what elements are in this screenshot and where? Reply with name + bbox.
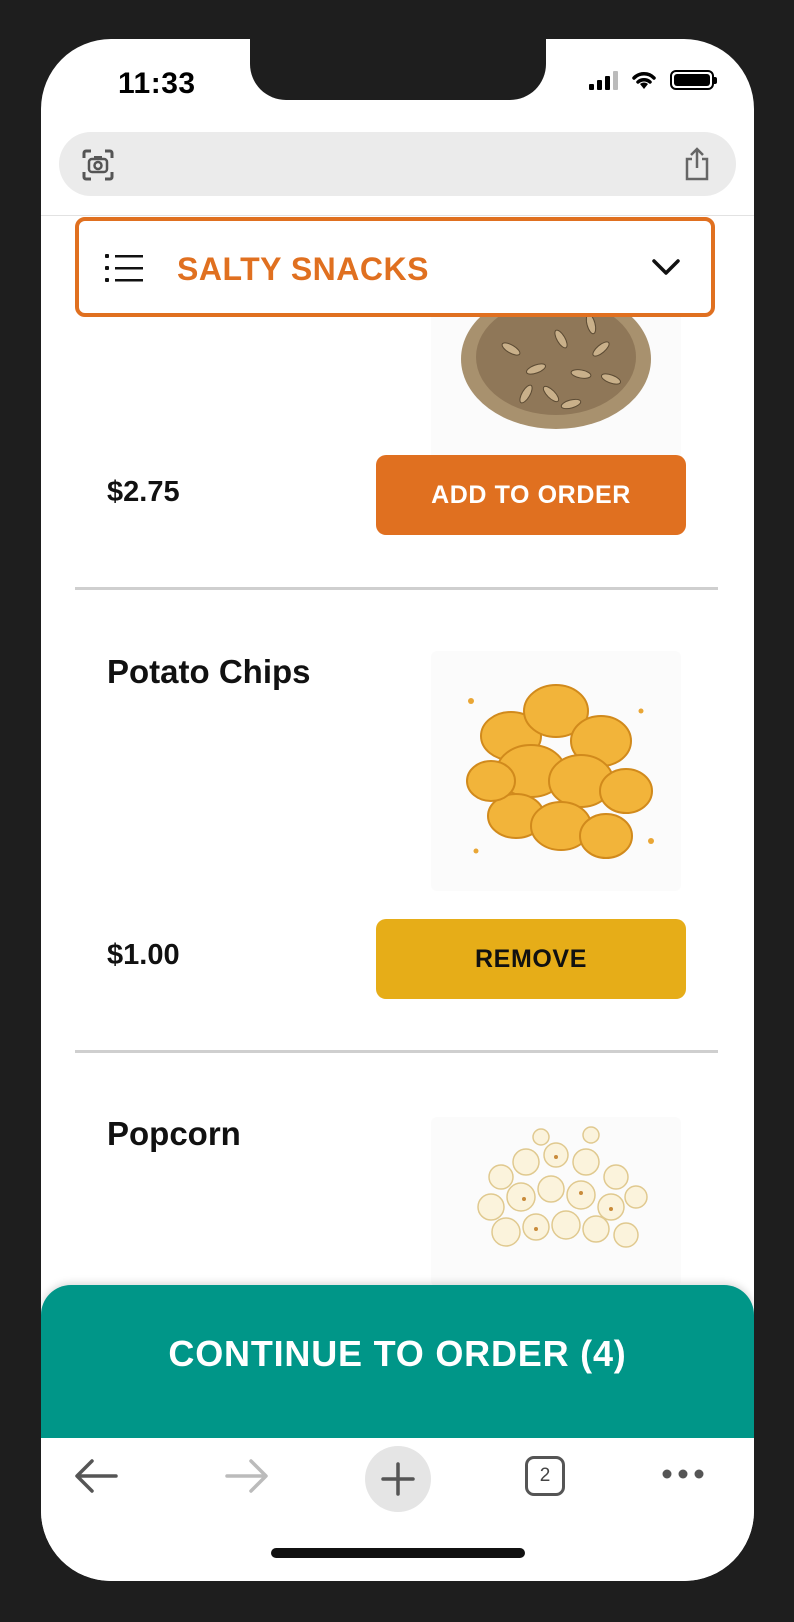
device-frame: 11:33 $2.75 ADD TO ORDER Potato Chips $1… xyxy=(0,0,794,1622)
potato-chips-image xyxy=(431,651,681,891)
camera-search-icon[interactable] xyxy=(81,148,115,182)
browser-toolbar: 2 xyxy=(41,1438,754,1581)
category-dropdown[interactable]: SALTY SNACKS xyxy=(75,217,715,317)
back-button[interactable] xyxy=(73,1456,119,1496)
cellular-signal-icon xyxy=(589,70,618,90)
address-bar-divider xyxy=(41,215,754,216)
status-time: 11:33 xyxy=(118,67,196,100)
remove-button[interactable]: REMOVE xyxy=(376,919,686,999)
tabs-button[interactable]: 2 xyxy=(525,1456,565,1496)
item-price: $2.75 xyxy=(107,476,180,508)
battery-icon xyxy=(670,70,717,90)
chevron-down-icon xyxy=(652,259,680,275)
share-icon[interactable] xyxy=(682,146,712,182)
forward-arrow-icon xyxy=(225,1459,268,1493)
status-icons xyxy=(589,69,717,91)
tab-count: 2 xyxy=(539,1465,551,1486)
category-label: SALTY SNACKS xyxy=(177,251,429,287)
more-icon xyxy=(662,1469,704,1479)
list-icon xyxy=(105,254,143,282)
back-arrow-icon xyxy=(75,1459,118,1493)
home-indicator[interactable] xyxy=(271,1548,525,1558)
continue-to-order-button[interactable]: CONTINUE TO ORDER (4) xyxy=(41,1285,754,1445)
plus-icon xyxy=(381,1462,415,1496)
item-price: $1.00 xyxy=(107,939,180,971)
new-tab-button[interactable] xyxy=(365,1446,431,1512)
item-name: Popcorn xyxy=(107,1115,241,1152)
popcorn-image xyxy=(431,1117,681,1287)
item-divider xyxy=(75,587,718,590)
item-name: Potato Chips xyxy=(107,653,311,690)
more-button[interactable] xyxy=(661,1468,705,1480)
address-bar[interactable] xyxy=(59,132,736,196)
tabs-icon: 2 xyxy=(525,1456,565,1496)
forward-button[interactable] xyxy=(224,1456,270,1496)
continue-to-order-label: CONTINUE TO ORDER (4) xyxy=(168,1333,627,1374)
item-divider xyxy=(75,1050,718,1053)
wifi-icon xyxy=(632,72,656,89)
phone-screen: 11:33 $2.75 ADD TO ORDER Potato Chips $1… xyxy=(41,39,754,1581)
add-to-order-button[interactable]: ADD TO ORDER xyxy=(376,455,686,535)
device-notch xyxy=(250,39,546,100)
